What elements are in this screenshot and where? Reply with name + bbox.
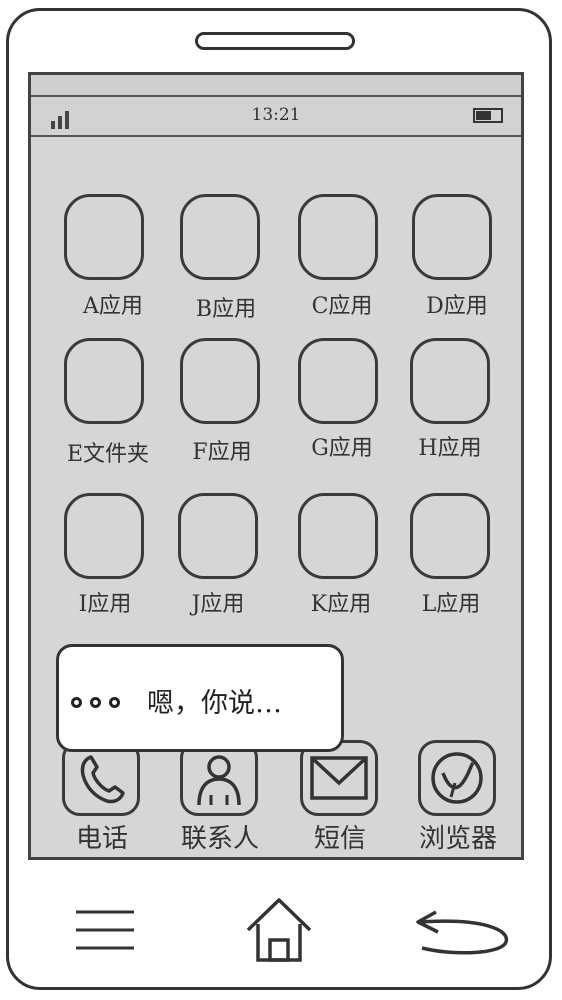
phone-icon [80, 755, 125, 804]
app-label-l: L应用 [421, 592, 481, 617]
app-label-i: I应用 [78, 592, 132, 617]
dock-label-sms: 短信 [313, 824, 366, 854]
back-button[interactable] [414, 904, 514, 964]
dock-label-browser: 浏览器 [418, 824, 497, 854]
dock-label-contacts: 联系人 [180, 824, 259, 854]
contacts-icon [197, 755, 241, 806]
app-icon-c[interactable] [298, 194, 378, 280]
app-icon-l[interactable] [410, 493, 490, 579]
notification-strip [31, 75, 521, 97]
app-label-g: G应用 [311, 436, 373, 461]
voice-bubble-text: 嗯，你说… [147, 688, 282, 719]
status-time: 13:21 [251, 105, 301, 125]
voice-assistant-bubble[interactable]: 嗯，你说… [56, 644, 344, 752]
app-label-k: K应用 [310, 592, 372, 617]
app-icon-b[interactable] [180, 194, 260, 280]
app-label-f: F应用 [192, 440, 252, 465]
app-label-b: B应用 [195, 297, 257, 322]
app-icon-f[interactable] [180, 338, 260, 424]
back-icon [416, 910, 509, 955]
status-bar: 13:21 [31, 97, 521, 137]
dock-browser-button[interactable] [418, 740, 496, 816]
app-label-e: E文件夹 [66, 442, 150, 467]
home-button[interactable] [244, 896, 314, 966]
app-label-a: A应用 [83, 294, 143, 319]
app-icon-g[interactable] [298, 338, 378, 424]
listening-dots-icon [71, 693, 128, 712]
app-label-h: H应用 [418, 436, 482, 461]
phone-speaker [195, 32, 355, 50]
app-icon-a[interactable] [64, 194, 144, 280]
app-icon-k[interactable] [298, 493, 378, 579]
menu-icon [76, 910, 134, 950]
app-icon-d[interactable] [412, 194, 492, 280]
home-icon [246, 898, 312, 962]
menu-button[interactable] [76, 908, 136, 954]
app-icon-i[interactable] [64, 493, 144, 579]
app-icon-j[interactable] [178, 493, 258, 579]
dock-label-phone: 电话 [75, 824, 128, 854]
app-icon-e-folder[interactable] [64, 338, 144, 424]
app-label-d: D应用 [426, 294, 488, 319]
battery-icon [473, 108, 503, 123]
app-label-j: J应用 [191, 592, 245, 617]
browser-icon [431, 752, 483, 804]
app-icon-h[interactable] [410, 338, 490, 424]
app-label-c: C应用 [311, 294, 373, 319]
envelope-icon [310, 756, 368, 800]
